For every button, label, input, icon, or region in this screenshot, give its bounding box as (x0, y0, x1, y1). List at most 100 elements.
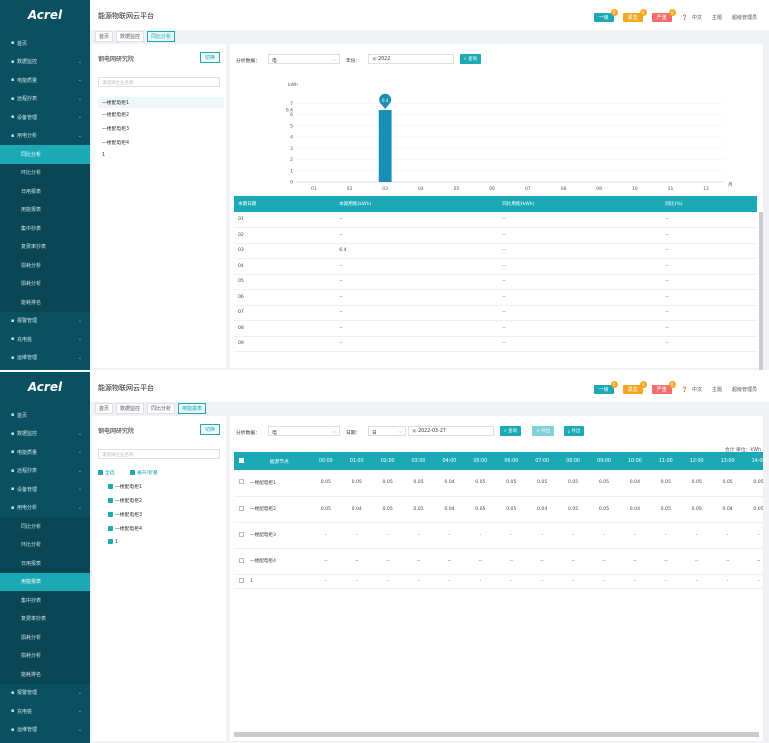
table-header-cell[interactable]: 05:00 (464, 452, 496, 470)
tree-search-input[interactable]: 请选择企业名称 (98, 449, 220, 459)
horizontal-scrollbar[interactable] (234, 732, 759, 737)
language-menu[interactable]: 中文 (692, 14, 702, 21)
tab-yoy-analysis[interactable]: 同比分析 (147, 403, 176, 414)
sidebar-subitem[interactable]: 损耗分析 (0, 256, 90, 275)
sidebar-subitem[interactable]: 损耗分析 (0, 628, 90, 647)
date-mode-select[interactable]: 日 ⌵ (368, 426, 406, 436)
sidebar-item[interactable]: ▪ 首页 (0, 406, 90, 425)
sidebar-subitem[interactable]: 损耗分析 (0, 646, 90, 665)
table-scrollbar[interactable] (759, 212, 763, 370)
row-checkbox[interactable] (234, 574, 248, 589)
alarm-level3-badge[interactable]: 严重 0 (651, 381, 676, 394)
table-header-cell[interactable]: 04:00 (434, 452, 465, 470)
sidebar-item[interactable]: ▪ 电能质量 ⌄ (0, 443, 90, 462)
expand-all-checkbox[interactable]: 展开/折叠 (130, 469, 158, 476)
tree-item[interactable]: 一楼配电柜2 (102, 111, 129, 118)
table-header-cell[interactable]: 06:00 (495, 452, 527, 470)
sidebar-item[interactable]: ▪ 数据监控 ⌄ (0, 425, 90, 444)
table-header-cell[interactable]: 08:00 (557, 452, 589, 470)
user-menu[interactable]: 超级管理员 (732, 14, 757, 21)
tab-data-monitor[interactable]: 数据监控 (116, 31, 145, 42)
sidebar-item[interactable]: ▪ 用电分析 ⌄ (0, 499, 90, 518)
alarm-level1-badge[interactable]: 一级 0 (593, 9, 618, 22)
table-header-cell[interactable]: 01:00 (341, 452, 373, 470)
tree-item[interactable]: 一楼配电柜3 (102, 125, 129, 132)
table-header-cell[interactable]: 同比用能(kWh) (498, 196, 662, 212)
sidebar-item[interactable]: ▪ 远程抄表 ⌄ (0, 90, 90, 109)
table-header-cell[interactable]: 10:00 (619, 452, 651, 470)
sidebar-item[interactable]: ▪ 设备管理 ⌄ (0, 480, 90, 499)
sidebar-item[interactable]: ▪ 数据监控 ⌄ (0, 53, 90, 72)
sidebar-subitem[interactable]: 复费率抄表 (0, 237, 90, 256)
row-checkbox[interactable] (234, 548, 248, 575)
export-button[interactable]: ⤓ 导出 (564, 426, 585, 436)
help-icon[interactable]: ❓ (682, 387, 688, 393)
sidebar-subitem[interactable]: 能耗排名 (0, 293, 90, 312)
tree-item[interactable]: 一楼配电柜4 (102, 139, 129, 146)
table-header-cell[interactable]: 本期日期 (234, 196, 336, 212)
tree-item[interactable]: 一楼配电柜1 (98, 97, 224, 108)
theme-menu[interactable]: 主题 (712, 14, 722, 21)
table-header-cell[interactable]: 14:00 (743, 452, 763, 470)
share-button[interactable]: ⋖ 导出 (532, 426, 555, 436)
scrollbar-thumb[interactable] (234, 732, 759, 737)
sidebar-subitem[interactable]: 环比分析 (0, 535, 90, 554)
sidebar-subitem[interactable]: 集中抄表 (0, 219, 90, 238)
tree-item[interactable]: 一楼配电柜4 (108, 525, 142, 532)
switch-button[interactable]: 切换 (199, 424, 220, 435)
tree-item[interactable]: 1 (102, 153, 105, 158)
help-icon[interactable]: ❓ (682, 15, 688, 21)
tab-home[interactable]: 首页 (95, 403, 114, 414)
sidebar-subitem[interactable]: 日用报表 (0, 182, 90, 201)
sidebar-item[interactable]: ▪ 用电分析 ⌄ (0, 127, 90, 146)
sidebar-item[interactable]: ▪ 远程抄表 ⌄ (0, 462, 90, 481)
sidebar-subitem[interactable]: 同比分析 (0, 517, 90, 536)
sidebar-item[interactable]: ▪ 报警管理 ⌄ (0, 684, 90, 703)
sidebar-subitem[interactable]: 用能报表 (0, 572, 90, 591)
switch-button[interactable]: 切换 (199, 52, 220, 63)
tab-energy-report[interactable]: 用能报表 (178, 403, 207, 414)
sidebar-subitem[interactable]: 损耗分析 (0, 274, 90, 293)
table-header-cell[interactable]: 02:00 (372, 452, 404, 470)
sidebar-subitem[interactable]: 环比分析 (0, 163, 90, 182)
sidebar-item[interactable]: ▪ 运维管理 ⌄ (0, 721, 90, 740)
row-checkbox[interactable] (234, 496, 248, 523)
user-menu[interactable]: 超级管理员 (732, 386, 757, 393)
row-checkbox[interactable] (234, 470, 248, 497)
alarm-level3-badge[interactable]: 严重 0 (651, 9, 676, 22)
table-header-cell[interactable]: 同比(%) (661, 196, 757, 212)
table-header-cell[interactable]: 09:00 (588, 452, 620, 470)
sidebar-subitem[interactable]: 用能报表 (0, 200, 90, 219)
sidebar-item[interactable]: ▪ 报警管理 ⌄ (0, 312, 90, 331)
tab-data-monitor[interactable]: 数据监控 (116, 403, 145, 414)
year-picker[interactable]: ▣ 2022 (368, 54, 454, 64)
table-header-cell[interactable]: 12:00 (681, 452, 713, 470)
table-header-cell[interactable]: 03:00 (403, 452, 434, 470)
alarm-level1-badge[interactable]: 一级 0 (593, 381, 618, 394)
alarm-level2-badge[interactable]: 紧急 0 (622, 381, 647, 394)
table-header-cell[interactable]: 00:00 (310, 452, 342, 470)
tree-item[interactable]: 一楼配电柜3 (108, 511, 142, 518)
sidebar-subitem[interactable]: 能耗排名 (0, 665, 90, 684)
select-all-checkbox[interactable] (234, 452, 248, 470)
sidebar-subitem[interactable]: 集中抄表 (0, 591, 90, 610)
row-checkbox[interactable] (234, 522, 248, 549)
sidebar-item[interactable]: ▪ 电能质量 ⌄ (0, 71, 90, 90)
tab-yoy-analysis[interactable]: 同比分析 (147, 31, 176, 42)
tree-item[interactable]: 一楼配电柜1 (108, 483, 142, 490)
table-header-cell[interactable]: 13:00 (712, 452, 744, 470)
theme-menu[interactable]: 主题 (712, 386, 722, 393)
sidebar-subitem[interactable]: 复费率抄表 (0, 609, 90, 628)
query-button[interactable]: ⌕ 查询 (460, 54, 481, 64)
alarm-level2-badge[interactable]: 紧急 0 (622, 9, 647, 22)
sidebar-subitem[interactable]: 日用报表 (0, 554, 90, 573)
tree-search-input[interactable]: 请选择企业名称 (98, 77, 220, 87)
check-all-checkbox[interactable]: 全选 (98, 469, 115, 476)
analysis-type-select[interactable]: 电 ⌵ (268, 54, 340, 64)
sidebar-item[interactable]: ▪ 设备管理 ⌄ (0, 108, 90, 127)
table-header-cell[interactable]: 07:00 (526, 452, 558, 470)
table-header-cell[interactable]: 本期用能(kWh) (335, 196, 499, 212)
analysis-type-select[interactable]: 电 ⌵ (268, 426, 340, 436)
language-menu[interactable]: 中文 (692, 386, 702, 393)
sidebar-item[interactable]: ▪ 充电桩 ⌄ (0, 702, 90, 721)
